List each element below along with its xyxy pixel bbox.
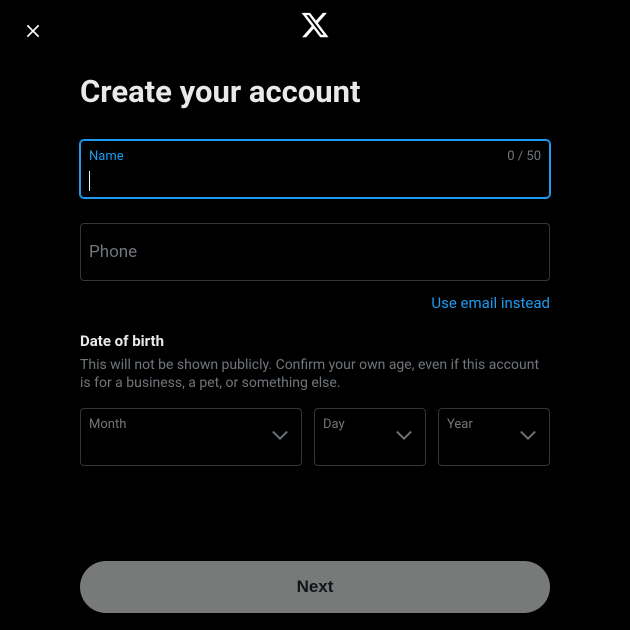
chevron-down-icon [517, 424, 539, 450]
name-field[interactable]: Name 0 / 50 [80, 140, 550, 198]
name-input[interactable] [81, 141, 549, 197]
name-field-counter: 0 / 50 [507, 149, 541, 164]
use-email-link[interactable]: Use email instead [80, 294, 550, 312]
day-select-label: Day [323, 417, 345, 432]
page-title: Create your account [80, 73, 550, 110]
next-button[interactable]: Next [80, 561, 550, 613]
name-field-label: Name [89, 149, 124, 164]
chevron-down-icon [393, 424, 415, 450]
next-button-label: Next [297, 577, 334, 597]
chevron-down-icon [269, 424, 291, 450]
dob-description: This will not be shown publicly. Confirm… [80, 356, 550, 392]
close-icon [23, 21, 43, 45]
text-cursor [89, 171, 90, 191]
x-logo-icon [300, 10, 330, 44]
year-select-label: Year [447, 417, 473, 432]
day-select[interactable]: Day [314, 408, 426, 466]
modal-content: Create your account Name 0 / 50 Phone Us… [0, 73, 630, 613]
month-select-label: Month [89, 417, 126, 432]
dob-row: Month Day Year [80, 408, 550, 466]
close-button[interactable] [16, 16, 50, 50]
year-select[interactable]: Year [438, 408, 550, 466]
dob-heading: Date of birth [80, 332, 550, 350]
month-select[interactable]: Month [80, 408, 302, 466]
phone-field[interactable]: Phone [80, 223, 550, 281]
modal-header [0, 0, 630, 53]
